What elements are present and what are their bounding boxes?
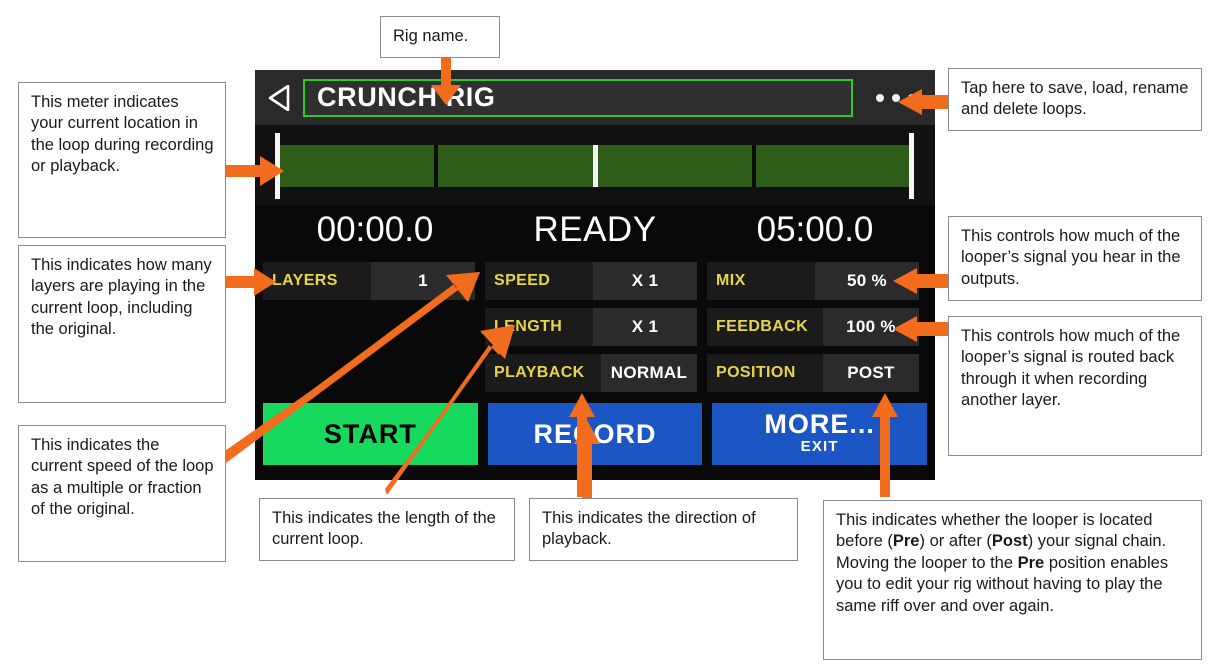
callout-meter-text: This meter indicates your current locati… [31,93,214,176]
callout-playback-text: This indicates the direction of playback… [542,509,756,549]
rig-name-field[interactable]: CRUNCH RIG [303,78,853,117]
callout-position-text: This indicates whether the looper is loc… [836,511,1169,615]
callout-menu-text: Tap here to save, load, rename and delet… [961,79,1189,119]
callout-feedback: This controls how much of the looper’s s… [948,316,1202,456]
callout-mix-text: This controls how much of the looper’s s… [961,227,1181,288]
more-button-label: MORE... [764,409,875,440]
arrow-meter [216,156,286,186]
meter-track [277,145,914,187]
param-playback-value[interactable]: NORMAL [601,354,697,392]
meter-end-marker [909,133,914,199]
param-position-label: POSITION [716,364,796,381]
back-triangle-icon[interactable] [255,70,303,125]
meter-segment-divider-1 [434,145,438,187]
callout-position: This indicates whether the looper is loc… [823,500,1202,660]
param-speed-label: SPEED [494,272,551,289]
meter-mid-tick [593,145,598,187]
more-button-sublabel: EXIT [800,438,839,456]
title-bar: CRUNCH RIG [255,70,935,125]
status-text: READY [533,209,657,249]
param-playback[interactable]: PLAYBACK NORMAL [485,354,697,392]
callout-length-text: This indicates the length of the current… [272,509,496,549]
callout-menu: Tap here to save, load, rename and delet… [948,68,1202,131]
total-time: 05:00.0 [756,209,874,249]
callout-mix: This controls how much of the looper’s s… [948,216,1202,301]
callout-speed-text: This indicates the current speed of the … [31,436,214,519]
parameter-column-3: MIX 50 % FEEDBACK 100 % POSITION POST [707,262,919,400]
callout-feedback-text: This controls how much of the looper’s s… [961,327,1181,410]
param-length[interactable]: LENGTH X 1 [485,308,697,346]
rig-name-text: CRUNCH RIG [317,82,496,112]
elapsed-time: 00:00.0 [316,209,434,249]
param-mix-label: MIX [716,272,746,289]
param-length-value[interactable]: X 1 [593,308,697,346]
meter-segment-divider-2 [752,145,756,187]
param-feedback-label: FEEDBACK [716,318,809,335]
dot-1 [876,93,884,102]
callout-speed: This indicates the current speed of the … [18,425,226,562]
arrow-position [871,393,899,497]
param-position-value[interactable]: POST [823,354,919,392]
param-speed[interactable]: SPEED X 1 [485,262,697,300]
param-position[interactable]: POSITION POST [707,354,919,392]
arrow-rig-name [428,55,464,107]
param-speed-value[interactable]: X 1 [593,262,697,300]
parameter-column-2: SPEED X 1 LENGTH X 1 PLAYBACK NORMAL [485,262,697,400]
callout-rig-name: Rig name. [380,16,500,58]
param-feedback[interactable]: FEEDBACK 100 % [707,308,919,346]
callout-rig-name-text: Rig name. [393,27,469,46]
callout-meter: This meter indicates your current locati… [18,82,226,238]
callout-layers-text: This indicates how many layers are playi… [31,256,212,339]
arrow-feedback [893,316,955,342]
annotated-screenshot: CRUNCH RIG 00:00.0 READY 05:00.0 LAYERS … [0,0,1218,672]
time-status-row: 00:00.0 READY 05:00.0 [255,202,935,257]
param-mix[interactable]: MIX 50 % [707,262,919,300]
callout-length: This indicates the length of the current… [259,498,515,561]
arrow-mix [893,268,955,294]
arrow-record [573,420,601,498]
callout-layers: This indicates how many layers are playi… [18,245,226,403]
arrow-length [385,325,515,495]
callout-playback: This indicates the direction of playback… [529,498,798,561]
loop-position-meter[interactable] [255,125,935,205]
